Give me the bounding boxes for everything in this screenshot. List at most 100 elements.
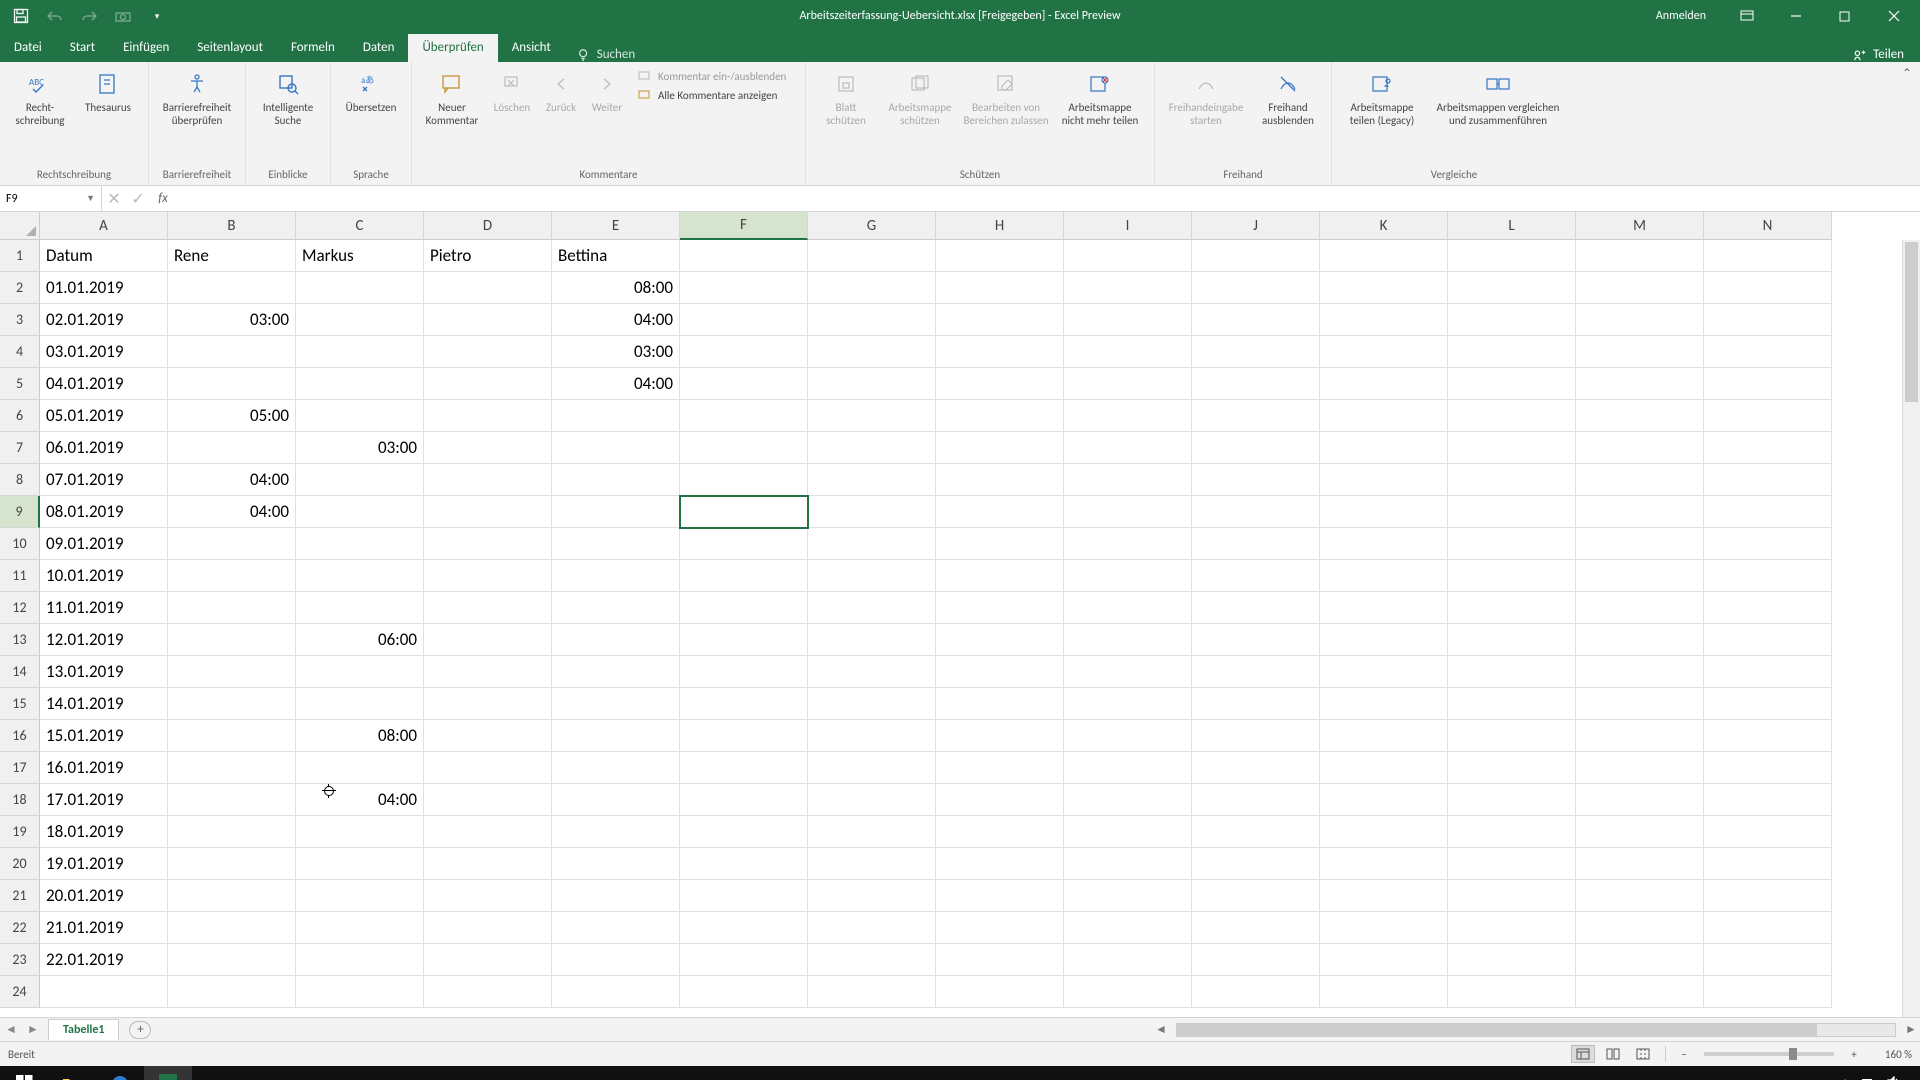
cell-A6[interactable]: 05.01.2019 (40, 400, 168, 432)
cell-D20[interactable] (424, 848, 552, 880)
cell-I17[interactable] (1064, 752, 1192, 784)
cell-F15[interactable] (680, 688, 808, 720)
cell-B14[interactable] (168, 656, 296, 688)
cell-C19[interactable] (296, 816, 424, 848)
cell-D18[interactable] (424, 784, 552, 816)
cell-K22[interactable] (1320, 912, 1448, 944)
cell-L21[interactable] (1448, 880, 1576, 912)
cell-K23[interactable] (1320, 944, 1448, 976)
cell-N1[interactable] (1704, 240, 1832, 272)
cell-L15[interactable] (1448, 688, 1576, 720)
cell-A3[interactable]: 02.01.2019 (40, 304, 168, 336)
cell-M13[interactable] (1576, 624, 1704, 656)
cell-H3[interactable] (936, 304, 1064, 336)
insert-function-icon[interactable]: fx (150, 186, 176, 211)
cell-D10[interactable] (424, 528, 552, 560)
cell-A8[interactable]: 07.01.2019 (40, 464, 168, 496)
col-header-C[interactable]: C (296, 212, 424, 240)
cell-I18[interactable] (1064, 784, 1192, 816)
cell-C20[interactable] (296, 848, 424, 880)
zoom-in-icon[interactable]: + (1846, 1048, 1862, 1061)
cell-I14[interactable] (1064, 656, 1192, 688)
cell-E1[interactable]: Bettina (552, 240, 680, 272)
cell-N15[interactable] (1704, 688, 1832, 720)
cell-D14[interactable] (424, 656, 552, 688)
cell-G12[interactable] (808, 592, 936, 624)
cell-E9[interactable] (552, 496, 680, 528)
cell-K17[interactable] (1320, 752, 1448, 784)
cell-J3[interactable] (1192, 304, 1320, 336)
cell-A13[interactable]: 12.01.2019 (40, 624, 168, 656)
col-header-A[interactable]: A (40, 212, 168, 240)
cell-N18[interactable] (1704, 784, 1832, 816)
cell-J9[interactable] (1192, 496, 1320, 528)
cell-J24[interactable] (1192, 976, 1320, 1008)
cell-D11[interactable] (424, 560, 552, 592)
cell-A4[interactable]: 03.01.2019 (40, 336, 168, 368)
cell-D1[interactable]: Pietro (424, 240, 552, 272)
cell-H10[interactable] (936, 528, 1064, 560)
sheet-nav-prev-icon[interactable]: ◄ (0, 1022, 22, 1037)
tray-volume-icon[interactable] (1886, 1076, 1900, 1080)
cell-C16[interactable]: 08:00 (296, 720, 424, 752)
cell-J8[interactable] (1192, 464, 1320, 496)
row-header-12[interactable]: 12 (0, 592, 40, 624)
tab-ansicht[interactable]: Ansicht (498, 34, 565, 62)
cell-L5[interactable] (1448, 368, 1576, 400)
cell-F21[interactable] (680, 880, 808, 912)
cell-C4[interactable] (296, 336, 424, 368)
cell-B5[interactable] (168, 368, 296, 400)
cell-K8[interactable] (1320, 464, 1448, 496)
cell-J12[interactable] (1192, 592, 1320, 624)
cell-L9[interactable] (1448, 496, 1576, 528)
cell-A2[interactable]: 01.01.2019 (40, 272, 168, 304)
cell-F8[interactable] (680, 464, 808, 496)
cell-N21[interactable] (1704, 880, 1832, 912)
cell-A23[interactable]: 22.01.2019 (40, 944, 168, 976)
accessibility-button[interactable]: Barrierefreiheit überprüfen (157, 66, 237, 166)
row-header-9[interactable]: 9 (0, 496, 40, 528)
cell-I15[interactable] (1064, 688, 1192, 720)
cell-H14[interactable] (936, 656, 1064, 688)
redo-icon[interactable] (78, 5, 100, 27)
cell-M14[interactable] (1576, 656, 1704, 688)
cell-H11[interactable] (936, 560, 1064, 592)
select-all-corner[interactable] (0, 212, 40, 240)
cell-L18[interactable] (1448, 784, 1576, 816)
cell-I1[interactable] (1064, 240, 1192, 272)
col-header-G[interactable]: G (808, 212, 936, 240)
cell-D2[interactable] (424, 272, 552, 304)
close-icon[interactable] (1871, 0, 1916, 32)
compare-merge-button[interactable]: Arbeitsmappen vergleichen und zusammenfü… (1428, 66, 1568, 166)
cell-M10[interactable] (1576, 528, 1704, 560)
cell-B1[interactable]: Rene (168, 240, 296, 272)
cell-J5[interactable] (1192, 368, 1320, 400)
cell-D16[interactable] (424, 720, 552, 752)
cell-H23[interactable] (936, 944, 1064, 976)
cell-I3[interactable] (1064, 304, 1192, 336)
cell-D7[interactable] (424, 432, 552, 464)
cell-M6[interactable] (1576, 400, 1704, 432)
tab-daten[interactable]: Daten (349, 34, 409, 62)
col-header-L[interactable]: L (1448, 212, 1576, 240)
cell-F19[interactable] (680, 816, 808, 848)
cell-H21[interactable] (936, 880, 1064, 912)
view-normal-icon[interactable] (1571, 1045, 1595, 1063)
cell-G7[interactable] (808, 432, 936, 464)
cell-E18[interactable] (552, 784, 680, 816)
cell-A18[interactable]: 17.01.2019 (40, 784, 168, 816)
cell-K20[interactable] (1320, 848, 1448, 880)
row-header-16[interactable]: 16 (0, 720, 40, 752)
cell-E22[interactable] (552, 912, 680, 944)
row-header-1[interactable]: 1 (0, 240, 40, 272)
cell-C9[interactable] (296, 496, 424, 528)
hscroll-left-icon[interactable]: ◄ (1152, 1022, 1170, 1037)
maximize-icon[interactable] (1822, 0, 1867, 32)
cell-I11[interactable] (1064, 560, 1192, 592)
col-header-D[interactable]: D (424, 212, 552, 240)
row-header-5[interactable]: 5 (0, 368, 40, 400)
cell-G22[interactable] (808, 912, 936, 944)
cell-E24[interactable] (552, 976, 680, 1008)
cell-H4[interactable] (936, 336, 1064, 368)
edge-icon[interactable] (96, 1066, 144, 1080)
